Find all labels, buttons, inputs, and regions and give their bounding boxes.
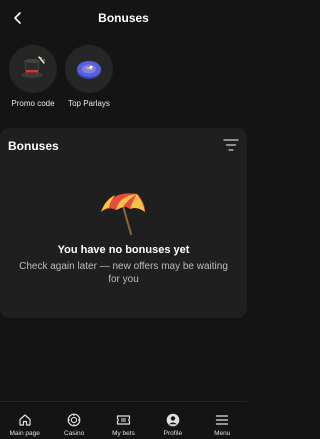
back-button[interactable] bbox=[6, 6, 30, 30]
bottom-navigation: Main page Casino My bets Profile Menu bbox=[0, 401, 247, 439]
nav-item-main-page[interactable]: Main page bbox=[0, 402, 49, 437]
nav-label-casino: Casino bbox=[63, 430, 85, 437]
top-parlays-item[interactable]: Top Parlays bbox=[64, 45, 114, 108]
promo-code-item[interactable]: Promo code bbox=[8, 45, 58, 108]
profile-icon bbox=[165, 412, 181, 428]
ticket-icon bbox=[115, 412, 131, 428]
nav-item-profile[interactable]: Profile bbox=[148, 402, 197, 437]
home-icon bbox=[17, 412, 33, 428]
nav-item-menu[interactable]: Menu bbox=[198, 402, 247, 437]
filter-icon bbox=[223, 139, 239, 151]
header: Bonuses bbox=[0, 0, 247, 36]
nav-item-my-bets[interactable]: My bets bbox=[99, 402, 148, 437]
quick-items: Promo code Top Parlays bbox=[8, 45, 114, 108]
parlay-chip-icon bbox=[77, 61, 101, 79]
promo-code-label: Promo code bbox=[11, 99, 55, 108]
beach-umbrella-icon bbox=[101, 193, 145, 235]
nav-label-profile: Profile bbox=[163, 430, 183, 437]
chevron-left-icon bbox=[14, 12, 21, 24]
nav-label-main-page: Main page bbox=[9, 430, 40, 437]
bonuses-screen: Bonuses Promo code Top Parlays Bonuses Y… bbox=[0, 0, 247, 439]
menu-icon bbox=[214, 412, 230, 428]
top-parlays-label: Top Parlays bbox=[68, 99, 110, 108]
nav-label-my-bets: My bets bbox=[112, 430, 135, 437]
top-parlays-circle bbox=[65, 45, 113, 93]
filter-button[interactable] bbox=[223, 138, 239, 152]
magic-hat-icon bbox=[21, 56, 45, 78]
casino-chip-icon bbox=[66, 412, 82, 428]
empty-state-description: Check again later — new offers may be wa… bbox=[19, 261, 228, 285]
bonuses-card: Bonuses You have no bonuses yet Check ag… bbox=[0, 128, 247, 318]
nav-label-menu: Menu bbox=[214, 430, 231, 437]
promo-code-circle bbox=[9, 45, 57, 93]
section-title: Bonuses bbox=[8, 139, 59, 153]
nav-item-casino[interactable]: Casino bbox=[50, 402, 99, 437]
page-title: Bonuses bbox=[98, 11, 149, 25]
empty-state-title: You have no bonuses yet bbox=[57, 244, 190, 256]
